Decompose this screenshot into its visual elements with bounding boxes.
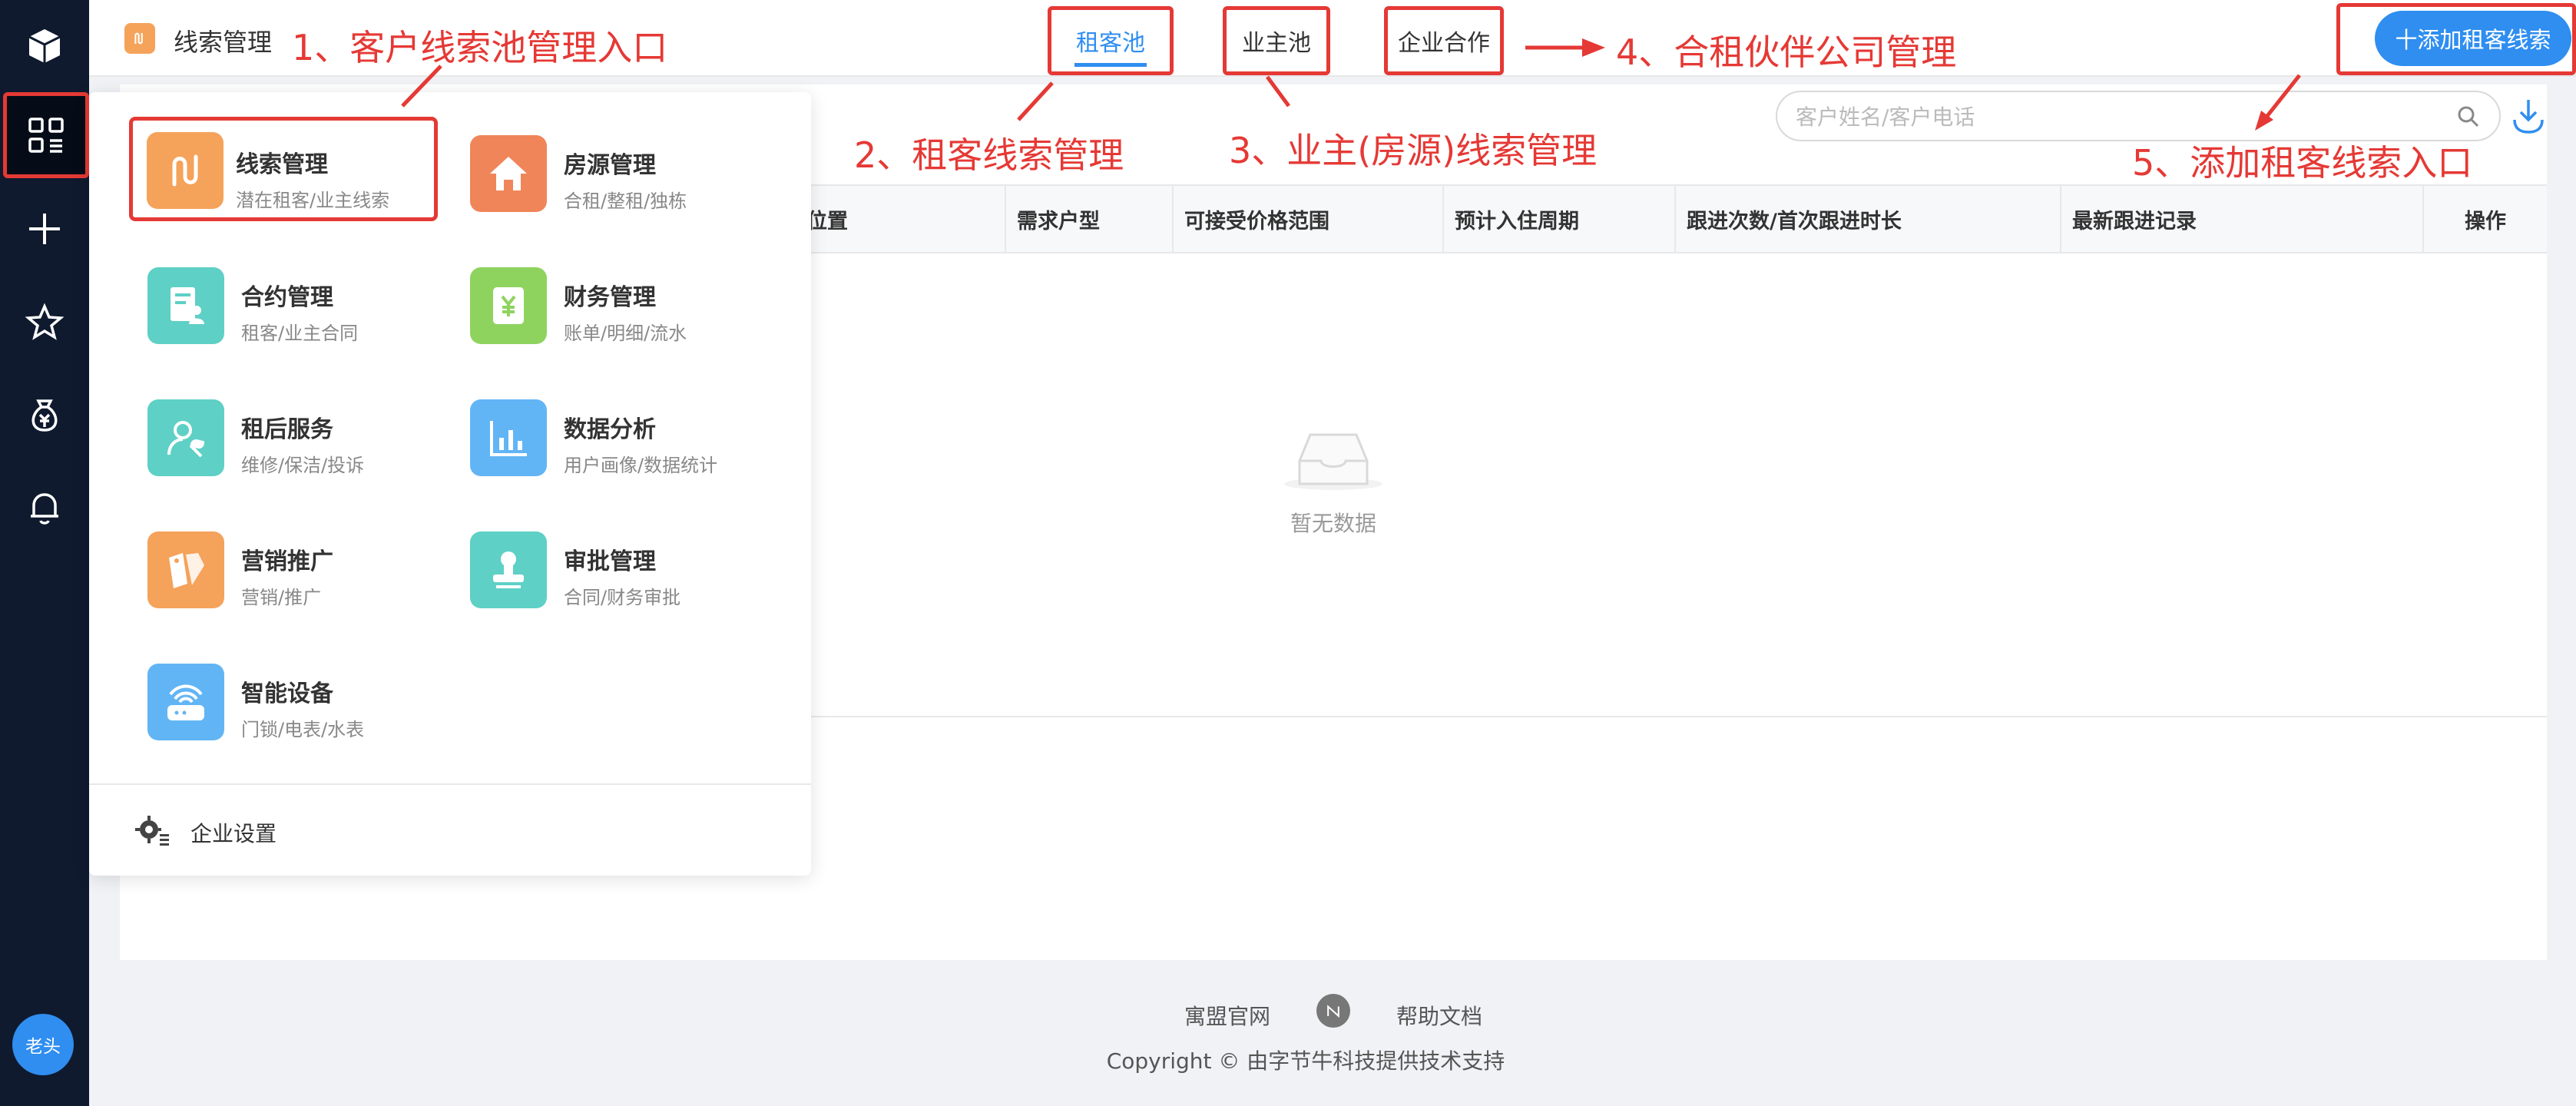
chart-icon (470, 399, 547, 476)
menu-item-data-analysis[interactable]: 数据分析 用户画像/数据统计 (461, 386, 768, 485)
menu-item-marketing[interactable]: 营销推广 营销/推广 (138, 518, 445, 618)
menu-item-leads[interactable]: 线索管理 潜在租客/业主线索 (129, 117, 438, 221)
contract-icon (147, 267, 224, 344)
menu-item-subtitle: 维修/保洁/投诉 (241, 455, 365, 476)
add-tenant-lead-button[interactable]: 十添加租客线索 (2375, 11, 2571, 66)
menu-item-title: 审批管理 (564, 548, 656, 575)
empty-inbox-icon (1284, 433, 1382, 490)
menu-item-subtitle: 租客/业主合同 (241, 323, 359, 344)
copyright-text: Copyright © 由字节牛科技提供技术支持 (1106, 1048, 1505, 1074)
menu-item-subtitle: 门锁/电表/水表 (241, 719, 365, 740)
table-header: 位置 需求户型 可接受价格范围 预计入住周期 跟进次数/首次跟进时长 最新跟进记… (768, 184, 2547, 253)
menu-item-finance[interactable]: 财务管理 账单/明细/流水 (461, 253, 768, 353)
menu-item-title: 房源管理 (564, 152, 656, 179)
stamp-icon (470, 531, 547, 608)
column-header-room-type: 需求户型 (1005, 186, 1172, 252)
menu-item-title: 财务管理 (564, 284, 656, 311)
annotation-3: 3、业主(房源)线索管理 (1229, 130, 1598, 171)
menu-item-title: 营销推广 (241, 548, 333, 575)
router-icon (147, 664, 224, 740)
menu-item-subtitle: 合同/财务审批 (564, 587, 681, 608)
menu-item-title: 数据分析 (564, 416, 656, 443)
menu-item-title: 租后服务 (241, 416, 333, 443)
search-box (1776, 91, 2501, 141)
enterprise-settings-link[interactable]: 企业设置 (135, 806, 366, 853)
enterprise-settings-label: 企业设置 (190, 821, 277, 846)
tab-owner-pool[interactable]: 业主池 (1223, 6, 1330, 75)
tab-enterprise-cooperation[interactable]: 企业合作 (1384, 6, 1504, 75)
service-icon (147, 399, 224, 476)
menu-item-subtitle: 潜在租客/业主线索 (236, 190, 390, 211)
annotation-5: 5、添加租客线索入口 (2132, 142, 2473, 184)
menu-item-subtitle: 营销/推广 (241, 587, 322, 608)
menu-item-contracts[interactable]: 合约管理 租客/业主合同 (138, 253, 445, 353)
menu-item-title: 智能设备 (241, 680, 333, 707)
app-menu: 线索管理 潜在租客/业主线索 房源管理 合租/整租/独栋 合约管理 租客/业主合… (89, 92, 811, 876)
menu-item-properties[interactable]: 房源管理 合租/整租/独栋 (461, 121, 768, 221)
page-title: 线索管理 (174, 28, 273, 57)
money-bag-icon[interactable] (0, 370, 89, 459)
menu-divider (89, 783, 811, 785)
app-logo (124, 23, 155, 54)
search-input[interactable] (1796, 100, 2425, 134)
cube-icon[interactable] (0, 2, 89, 91)
menu-item-subtitle: 账单/明细/流水 (564, 323, 687, 344)
official-site-link[interactable]: 寓盟官网 (1184, 1000, 1270, 1031)
column-header-move-in-period: 预计入住周期 (1442, 186, 1674, 252)
gear-icon (135, 816, 169, 846)
menu-item-subtitle: 用户画像/数据统计 (564, 455, 718, 476)
menu-item-after-rent-service[interactable]: 租后服务 维修/保洁/投诉 (138, 386, 445, 485)
route-icon (147, 132, 223, 209)
footer-links: 寓盟官网 帮助文档 (1075, 991, 1613, 1034)
bell-icon[interactable] (0, 462, 89, 551)
column-header-price-range: 可接受价格范围 (1172, 186, 1442, 252)
footer-logo-icon (1316, 994, 1350, 1028)
help-docs-link[interactable]: 帮助文档 (1396, 1000, 1482, 1031)
menu-item-approvals[interactable]: 审批管理 合同/财务审批 (461, 518, 768, 618)
download-icon[interactable] (2510, 95, 2547, 135)
menu-item-title: 线索管理 (236, 151, 328, 178)
apps-icon[interactable] (3, 92, 89, 178)
avatar[interactable]: 老头 (12, 1014, 74, 1075)
sidebar: 老头 (0, 0, 89, 1106)
empty-text: 暂无数据 (1290, 511, 1376, 536)
tag-icon (147, 531, 224, 608)
column-header-latest-record: 最新跟进记录 (2060, 186, 2422, 252)
annotation-1: 1、客户线索池管理入口 (292, 27, 668, 68)
column-header-follow-up: 跟进次数/首次跟进时长 (1674, 186, 2060, 252)
menu-item-subtitle: 合租/整租/独栋 (564, 190, 687, 212)
column-header-actions: 操作 (2422, 186, 2547, 252)
plus-icon[interactable] (0, 184, 89, 273)
star-icon[interactable] (0, 278, 89, 367)
search-icon[interactable] (2456, 104, 2481, 129)
house-icon (470, 135, 547, 212)
finance-icon (470, 267, 547, 344)
annotation-2: 2、租客线索管理 (854, 134, 1124, 176)
menu-item-title: 合约管理 (241, 284, 333, 311)
tab-tenant-pool[interactable]: 租客池 (1048, 6, 1174, 75)
annotation-4: 4、合租伙伴公司管理 (1616, 31, 1957, 73)
menu-item-smart-devices[interactable]: 智能设备 门锁/电表/水表 (138, 650, 445, 750)
